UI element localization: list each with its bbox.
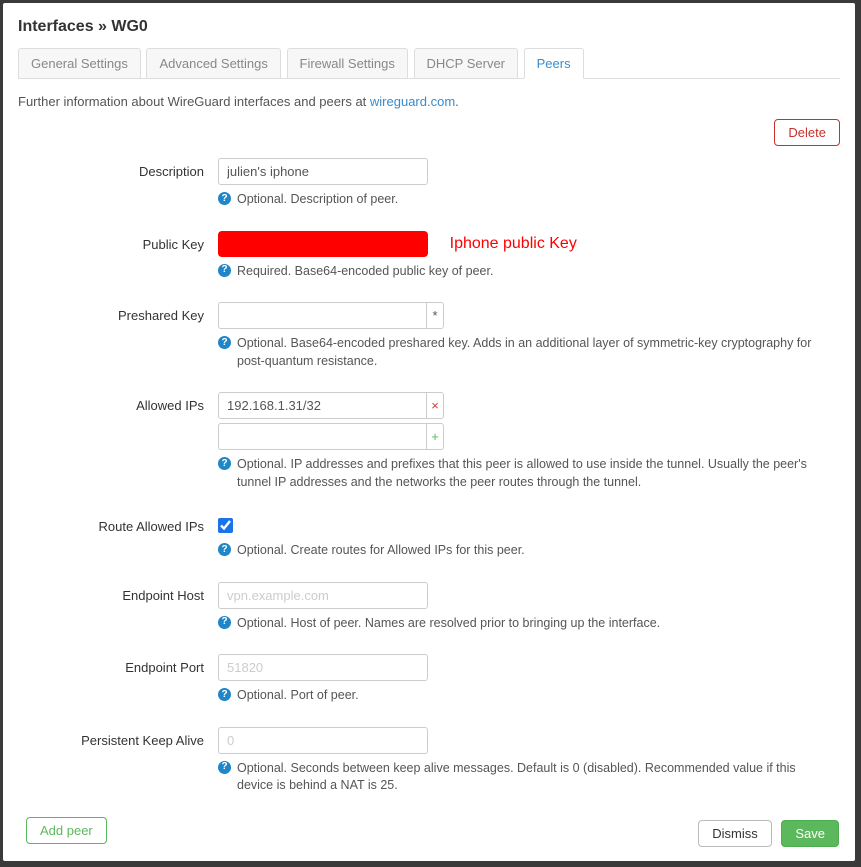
label-allowed-ips: Allowed IPs <box>18 392 218 491</box>
breadcrumb: Interfaces » WG0 <box>18 18 840 36</box>
help-icon[interactable]: ? <box>218 264 231 277</box>
info-text: Further information about WireGuard inte… <box>18 94 840 109</box>
allowed-ip-input-1[interactable] <box>218 423 426 450</box>
save-button[interactable]: Save <box>781 820 839 847</box>
label-description: Description <box>18 158 218 209</box>
reveal-icon[interactable]: * <box>426 302 444 329</box>
help-endpoint-host: Optional. Host of peer. Names are resolv… <box>237 615 660 633</box>
help-description: Optional. Description of peer. <box>237 191 398 209</box>
help-icon[interactable]: ? <box>218 192 231 205</box>
public-key-redacted <box>218 231 428 257</box>
add-peer-button[interactable]: Add peer <box>26 817 107 844</box>
label-preshared-key: Preshared Key <box>18 302 218 370</box>
help-endpoint-port: Optional. Port of peer. <box>237 687 359 705</box>
delete-button[interactable]: Delete <box>774 119 840 146</box>
help-icon[interactable]: ? <box>218 336 231 349</box>
route-allowed-checkbox[interactable] <box>218 518 233 533</box>
keep-alive-input[interactable] <box>218 727 428 754</box>
dismiss-button[interactable]: Dismiss <box>698 820 772 847</box>
label-endpoint-host: Endpoint Host <box>18 582 218 633</box>
help-icon[interactable]: ? <box>218 543 231 556</box>
allowed-ip-input-0[interactable] <box>218 392 426 419</box>
peer-modal: Interfaces » WG0 General Settings Advanc… <box>3 3 855 861</box>
public-key-annotation: Iphone public Key <box>450 235 577 252</box>
label-endpoint-port: Endpoint Port <box>18 654 218 705</box>
help-public-key: Required. Base64-encoded public key of p… <box>237 263 493 281</box>
help-preshared-key: Optional. Base64-encoded preshared key. … <box>237 335 833 370</box>
description-input[interactable] <box>218 158 428 185</box>
tab-advanced[interactable]: Advanced Settings <box>146 48 280 78</box>
help-allowed-ips: Optional. IP addresses and prefixes that… <box>237 456 833 491</box>
help-icon[interactable]: ? <box>218 616 231 629</box>
tab-dhcp[interactable]: DHCP Server <box>414 48 519 78</box>
label-route-allowed: Route Allowed IPs <box>18 513 218 560</box>
tab-peers[interactable]: Peers <box>524 48 584 79</box>
help-icon[interactable]: ? <box>218 761 231 774</box>
info-suffix: . <box>455 94 459 109</box>
tab-general[interactable]: General Settings <box>18 48 141 78</box>
tab-firewall[interactable]: Firewall Settings <box>287 48 408 78</box>
endpoint-port-input[interactable] <box>218 654 428 681</box>
endpoint-host-input[interactable] <box>218 582 428 609</box>
preshared-key-input[interactable] <box>218 302 426 329</box>
add-icon[interactable]: + <box>426 423 444 450</box>
help-icon[interactable]: ? <box>218 457 231 470</box>
tab-bar: General Settings Advanced Settings Firew… <box>18 48 840 79</box>
help-route-allowed: Optional. Create routes for Allowed IPs … <box>237 542 525 560</box>
info-link[interactable]: wireguard.com <box>370 94 455 109</box>
remove-icon[interactable]: × <box>426 392 444 419</box>
label-public-key: Public Key <box>18 231 218 281</box>
label-keep-alive: Persistent Keep Alive <box>18 727 218 795</box>
help-icon[interactable]: ? <box>218 688 231 701</box>
info-prefix: Further information about WireGuard inte… <box>18 94 370 109</box>
help-keep-alive: Optional. Seconds between keep alive mes… <box>237 760 833 795</box>
